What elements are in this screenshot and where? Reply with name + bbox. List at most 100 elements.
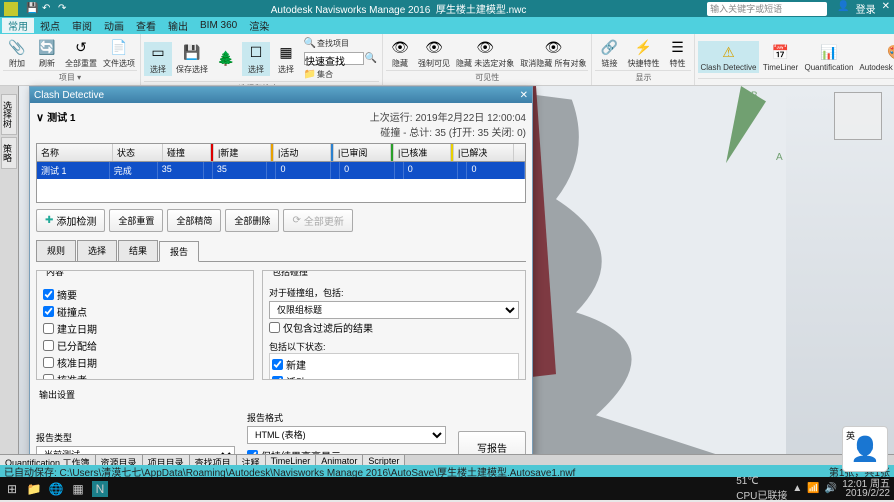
output-fieldset: 输出设置 报告类型 当前测试 报告格式 HTML (表格) 保持结果高亮显示 写…	[36, 388, 526, 464]
find-items-button[interactable]: 🔍查找项目	[302, 36, 379, 50]
quantification-button[interactable]: 📊Quantification	[803, 41, 856, 73]
clock[interactable]: 12:01 周五 2019/2/22	[842, 480, 890, 498]
title-bar: 💾 ↶ ↷ Autodesk Navisworks Manage 2016 厚生…	[0, 0, 894, 17]
svg-text:A: A	[776, 152, 783, 163]
view-cube[interactable]	[834, 92, 882, 140]
left-dock-bar: 选择树 策略	[0, 86, 19, 477]
svg-text:B: B	[751, 90, 758, 101]
ribbon: 📎附加 🔄刷新 ↺全部重置 📄文件选项 项目 ▾ ▭选择 💾保存选择 🌲 ☐选择…	[0, 34, 894, 86]
menu-home[interactable]: 常用	[2, 18, 34, 33]
clash-detective-button[interactable]: ⚠Clash Detective	[698, 41, 758, 73]
tab-select[interactable]: 选择	[77, 240, 117, 261]
refresh-icon: 🔄	[37, 37, 57, 57]
start-button[interactable]: ⊞	[4, 481, 20, 497]
select-same-button[interactable]: ☐选择	[242, 42, 270, 76]
ribbon-group-visibility: 👁隐藏 👁强制可见 👁隐藏 未选定对象 👁取消隐藏 所有对象 可见性	[383, 34, 592, 85]
file-icon: 📄	[109, 37, 129, 57]
tab-rules[interactable]: 规则	[36, 240, 76, 261]
qat-save-icon[interactable]: 💾	[26, 3, 38, 15]
task-browser-icon[interactable]: 🌐	[48, 481, 64, 497]
file-options-button[interactable]: 📄文件选项	[101, 36, 137, 70]
tests-table[interactable]: 名称 状态 碰撞 |新建 |活动 |已审阅 |已核准 |已解决 测试 1 完成 …	[36, 143, 526, 203]
content-checkbox[interactable]	[43, 306, 54, 317]
content-checkbox[interactable]	[43, 357, 54, 368]
unhide-all-button[interactable]: 👁取消隐藏 所有对象	[518, 36, 588, 70]
reset-all-button[interactable]: ↺全部重置	[63, 36, 99, 70]
attach-icon: 📎	[7, 37, 27, 57]
table-row[interactable]: 测试 1 完成 35 35 0 0 0 0	[37, 162, 525, 179]
panel-tabs: 规则 选择 结果 报告	[36, 240, 526, 262]
tab-report[interactable]: 报告	[159, 241, 199, 262]
timeliner-button[interactable]: 📅TimeLiner	[761, 41, 801, 73]
menu-view[interactable]: 查看	[130, 18, 162, 33]
include-fieldset: 包括碰撞 对于碰撞组，包括: 仅限组标题 仅包含过滤后的结果 包括以下状态: 新…	[262, 270, 526, 380]
hide-unselected-button[interactable]: 👁隐藏 未选定对象	[454, 36, 516, 70]
ribbon-group-select: ▭选择 💾保存选择 🌲 ☐选择 ▦选择 🔍查找项目 快速查找🔍 📁集合 选择和搜…	[141, 34, 383, 85]
task-explorer-icon[interactable]: 📁	[26, 481, 42, 497]
save-selection-button[interactable]: 💾保存选择	[174, 42, 210, 76]
reset-icon: ↺	[71, 37, 91, 57]
update-all-button: ⟳全部更新	[283, 209, 352, 232]
ribbon-group-project: 📎附加 🔄刷新 ↺全部重置 📄文件选项 项目 ▾	[0, 34, 141, 85]
panel-titlebar[interactable]: Clash Detective ✕	[30, 87, 532, 103]
refresh-button[interactable]: 🔄刷新	[33, 36, 61, 70]
compact-all-button[interactable]: 全部精简	[167, 209, 221, 232]
quick-props-button[interactable]: ⚡快捷特性	[625, 36, 661, 70]
tray-sound-icon[interactable]: 🔊	[825, 483, 837, 494]
quick-access-toolbar: 💾 ↶ ↷	[26, 3, 70, 15]
clash-detective-panel: Clash Detective ✕ ∨ 测试 1 上次运行: 2019年2月22…	[29, 86, 533, 458]
menu-animation[interactable]: 动画	[98, 18, 130, 33]
tab-results[interactable]: 结果	[118, 240, 158, 261]
test-name: ∨ 测试 1	[36, 109, 75, 124]
left-tab-strategy[interactable]: 策略	[1, 137, 17, 169]
close-icon[interactable]: ✕	[882, 1, 890, 16]
add-test-button[interactable]: ✚添加检测	[36, 209, 105, 232]
delete-all-button[interactable]: 全部删除	[225, 209, 279, 232]
left-tab-selection-tree[interactable]: 选择树	[1, 94, 17, 135]
state-checkbox[interactable]	[272, 376, 283, 380]
select-box-button[interactable]: ▦选择	[272, 42, 300, 76]
rendering-button[interactable]: 🎨Autodesk Rendering	[857, 41, 894, 73]
properties-button[interactable]: ☰特性	[663, 36, 691, 70]
sets-button[interactable]: 📁集合	[302, 67, 379, 81]
app-logo-icon	[4, 2, 18, 16]
require-button[interactable]: 👁强制可见	[416, 36, 452, 70]
menu-render[interactable]: 渲染	[243, 18, 275, 33]
state-checkbox[interactable]	[272, 359, 283, 370]
qat-undo-icon[interactable]: ↶	[42, 3, 54, 15]
help-icon[interactable]: 👤	[837, 1, 849, 16]
search-input[interactable]: 输入关键字或短语	[707, 2, 827, 16]
task-app-icon[interactable]: ▦	[70, 481, 86, 497]
tray-wifi-icon[interactable]: 📶	[807, 483, 819, 494]
test-summary: 上次运行: 2019年2月22日 12:00:04 碰撞 - 总计: 35 (打…	[370, 109, 526, 139]
temp-indicator: 51℃CPU已联接	[736, 476, 787, 502]
tray-icon[interactable]: ▲	[792, 483, 802, 494]
menu-viewpoint[interactable]: 视点	[34, 18, 66, 33]
links-button[interactable]: 🔗链接	[595, 36, 623, 70]
ime-avatar[interactable]: 英 👤	[842, 426, 888, 472]
qat-redo-icon[interactable]: ↷	[58, 3, 70, 15]
task-navisworks-icon[interactable]: N	[92, 481, 108, 497]
panel-close-icon[interactable]: ✕	[520, 90, 528, 101]
content-checkbox[interactable]	[43, 340, 54, 351]
select-tree-button[interactable]: 🌲	[212, 48, 240, 70]
reset-all-button[interactable]: 全部重置	[109, 209, 163, 232]
menu-output[interactable]: 输出	[162, 18, 194, 33]
menu-bar: 常用 视点 审阅 动画 查看 输出 BIM 360 渲染	[0, 17, 894, 34]
ribbon-group-tools: ⚠Clash Detective 📅TimeLiner 📊Quantificat…	[695, 34, 894, 85]
attach-button[interactable]: 📎附加	[3, 36, 31, 70]
menu-review[interactable]: 审阅	[66, 18, 98, 33]
menu-bim360[interactable]: BIM 360	[194, 20, 243, 31]
content-checkbox[interactable]	[43, 374, 54, 380]
hide-button[interactable]: 👁隐藏	[386, 36, 414, 70]
login-link[interactable]: 登录	[856, 1, 876, 16]
report-format-select[interactable]: HTML (表格)	[247, 426, 446, 444]
content-checkbox[interactable]	[43, 289, 54, 300]
select-button[interactable]: ▭选择	[144, 42, 172, 76]
groups-select[interactable]: 仅限组标题	[269, 301, 519, 319]
content-checkbox[interactable]	[43, 323, 54, 334]
only-filtered-checkbox[interactable]	[269, 322, 280, 333]
ribbon-group-display: 🔗链接 ⚡快捷特性 ☰特性 显示	[592, 34, 695, 85]
window-title: Autodesk Navisworks Manage 2016 厚生楼土建模型.…	[90, 1, 707, 16]
quick-find-input[interactable]: 快速查找🔍	[302, 51, 379, 66]
